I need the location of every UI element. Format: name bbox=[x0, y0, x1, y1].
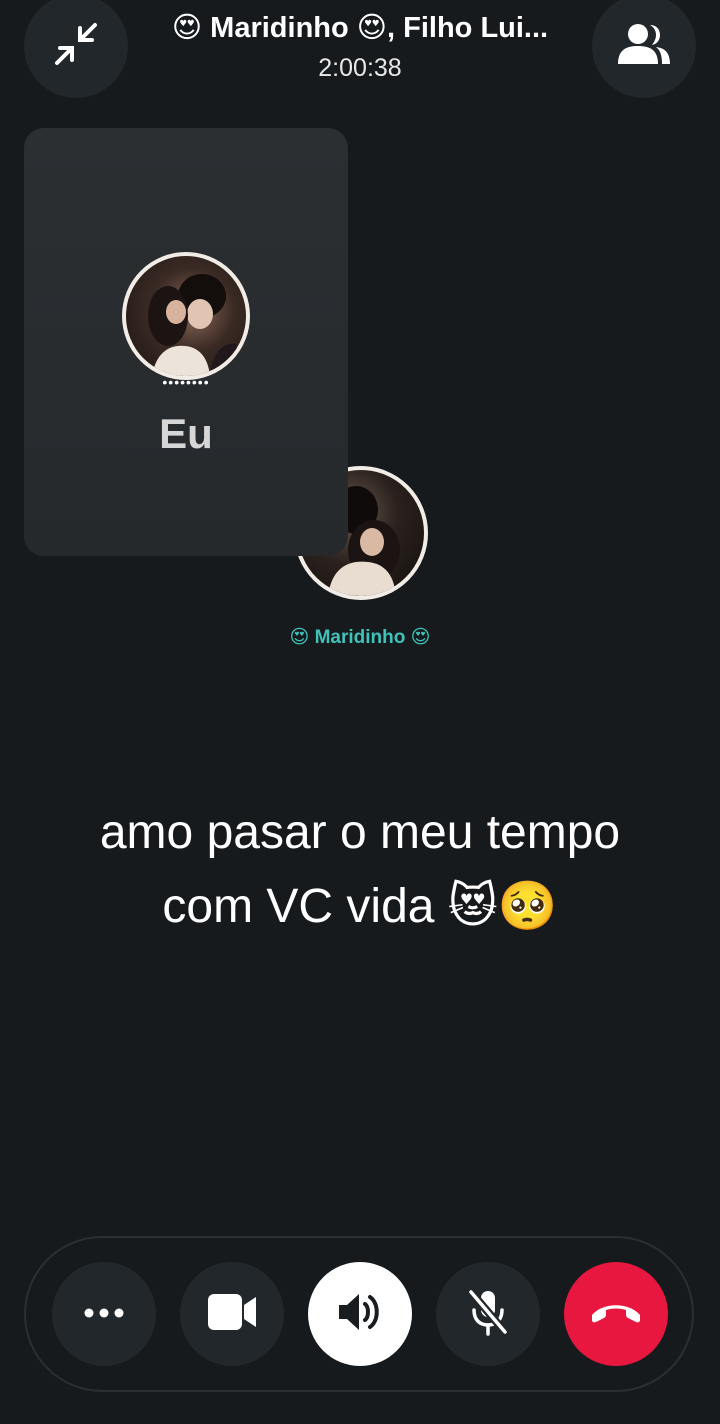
video-caption: amo pasar o meu tempo com VC vida 😻🥺 bbox=[20, 796, 700, 944]
video-camera-icon bbox=[207, 1293, 257, 1336]
phone-hangup-icon bbox=[589, 1300, 643, 1329]
mic-off-icon bbox=[466, 1287, 510, 1341]
self-name-label: Eu bbox=[159, 410, 213, 457]
mute-button[interactable] bbox=[436, 1262, 540, 1366]
speaker-icon bbox=[337, 1291, 383, 1338]
call-screen: 😍 Maridinho 😍, Filho Lui... 2:00:38 😍 Ma… bbox=[0, 0, 720, 1424]
minimize-call-button[interactable] bbox=[24, 0, 128, 98]
more-dots-icon bbox=[84, 1305, 124, 1323]
more-options-button[interactable] bbox=[52, 1262, 156, 1366]
caption-line-1: amo pasar o meu tempo bbox=[99, 806, 621, 859]
participants-icon bbox=[616, 22, 672, 71]
participants-button[interactable] bbox=[592, 0, 696, 98]
caption-line-2: com VC vida 😻🥺 bbox=[162, 880, 558, 933]
call-title: 😍 Maridinho 😍, Filho Lui... bbox=[171, 12, 549, 44]
speaker-button[interactable] bbox=[308, 1262, 412, 1366]
minimize-arrows-icon bbox=[51, 19, 101, 74]
avatar-dots: •••••••• bbox=[162, 374, 210, 390]
end-call-button[interactable] bbox=[564, 1262, 668, 1366]
remote-participant-name: 😍 Maridinho 😍 bbox=[289, 627, 431, 648]
call-timer: 2:00:38 bbox=[318, 54, 402, 82]
self-video-tile[interactable]: •••••••• Eu bbox=[24, 128, 348, 556]
self-avatar bbox=[122, 252, 250, 380]
video-toggle-button[interactable] bbox=[180, 1262, 284, 1366]
